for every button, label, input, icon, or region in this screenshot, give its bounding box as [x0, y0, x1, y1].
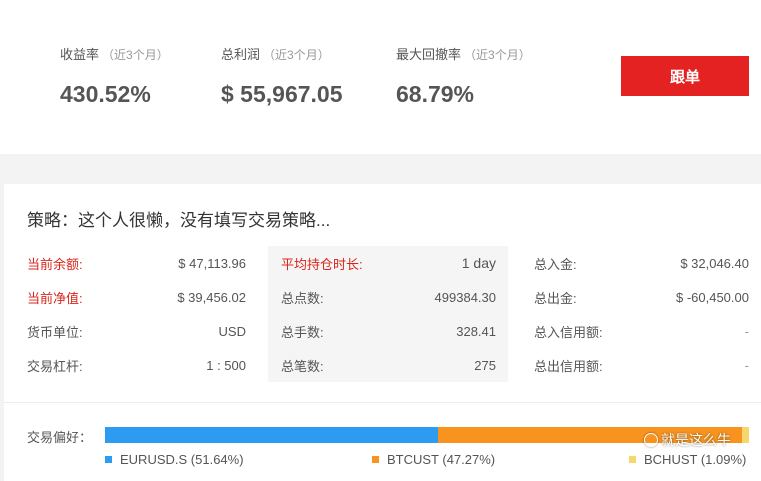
- info-key: 货币单位:: [27, 324, 83, 340]
- info-key: 平均持仓时长:: [281, 256, 363, 272]
- info-value: 499384.30: [434, 289, 496, 305]
- stat-label: 总利润: [221, 47, 261, 62]
- info-row: 货币单位: USD: [4, 314, 256, 348]
- info-key: 当前净值:: [27, 290, 83, 306]
- info-key: 总出金:: [534, 290, 577, 306]
- stat-label: 收益率: [60, 47, 100, 62]
- watermark-logo-icon: [644, 433, 658, 447]
- info-row: 当前余额: $ 47,113.96: [4, 246, 256, 280]
- legend-item-eurusd: EURUSD.S (51.64%): [105, 452, 244, 467]
- legend-swatch: [629, 456, 636, 463]
- info-value: -: [744, 357, 749, 373]
- stat-value: 430.52%: [60, 81, 151, 107]
- stat-period: （近3个月）: [263, 48, 330, 62]
- info-row: 总入金: $ 32,046.40: [520, 246, 761, 280]
- info-row: 总出金: $ -60,450.00: [520, 280, 761, 314]
- trading-info: 平均持仓时长: 1 day 总点数: 499384.30 总手数: 328.41 总笔…: [268, 246, 508, 382]
- info-row: 总点数: 499384.30: [268, 280, 508, 314]
- legend-swatch: [105, 456, 112, 463]
- info-key: 总入金:: [534, 256, 577, 272]
- info-value: $ 32,046.40: [680, 255, 749, 271]
- legend-swatch: [372, 456, 379, 463]
- stat-max-drawdown: 最大回撤率 （近3个月） 68.79%: [396, 44, 531, 108]
- stat-return-rate: 收益率 （近3个月） 430.52%: [60, 44, 169, 108]
- funds-info: 总入金: $ 32,046.40 总出金: $ -60,450.00 总入信用额: -…: [520, 246, 761, 382]
- info-key: 总入信用额:: [534, 324, 603, 340]
- info-value: $ 47,113.96: [178, 255, 246, 271]
- section-divider: [4, 402, 761, 403]
- preference-label: 交易偏好：: [27, 430, 93, 445]
- stat-total-profit: 总利润 （近3个月） $ 55,967.05: [221, 44, 343, 108]
- info-value: $ 39,456.02: [177, 289, 246, 305]
- info-value: 1 : 500: [206, 357, 246, 373]
- info-value: USD: [218, 323, 246, 339]
- legend-label: EURUSD.S (51.64%): [120, 452, 244, 467]
- strategy-text: 策略：这个人很懒，没有填写交易策略...: [27, 211, 331, 230]
- info-row: 总手数: 328.41: [268, 314, 508, 348]
- info-key: 总点数:: [281, 290, 324, 306]
- info-row: 总入信用额: -: [520, 314, 761, 348]
- info-value: 328.41: [456, 323, 496, 339]
- preference-segment-eurusd[interactable]: [105, 427, 438, 443]
- info-value: $ -60,450.00: [675, 289, 749, 305]
- info-row: 交易杠杆: 1 : 500: [4, 348, 256, 382]
- info-row: 总出信用额: -: [520, 348, 761, 382]
- legend-label: BCHUST (1.09%): [644, 452, 747, 467]
- stat-period: （近3个月）: [464, 48, 531, 62]
- stat-value: 68.79%: [396, 81, 475, 107]
- legend-item-btcust: BTCUST (47.27%): [372, 452, 495, 467]
- stat-label: 最大回撤率: [396, 47, 462, 62]
- info-key: 总出信用额:: [534, 358, 603, 374]
- info-key: 交易杠杆:: [27, 358, 83, 374]
- info-key: 当前余额:: [27, 256, 83, 272]
- info-key: 总笔数:: [281, 358, 324, 374]
- stat-value: $ 55,967.05: [221, 81, 343, 107]
- preference-segment-bchust[interactable]: [741, 427, 749, 443]
- info-value: 275: [474, 357, 496, 373]
- info-value: 1 day: [461, 255, 496, 271]
- watermark-text: 就是这么牛: [661, 432, 731, 448]
- account-info: 当前余额: $ 47,113.96 当前净值: $ 39,456.02 货币单位: U…: [4, 246, 256, 382]
- summary-panel: 收益率 （近3个月） 430.52% 总利润 （近3个月） $ 55,967.05 …: [0, 0, 761, 154]
- follow-button[interactable]: 跟单: [621, 56, 749, 96]
- info-row: 当前净值: $ 39,456.02: [4, 280, 256, 314]
- info-key: 总手数:: [281, 324, 324, 340]
- watermark: 就是这么牛: [644, 430, 731, 450]
- info-row: 平均持仓时长: 1 day: [268, 246, 508, 280]
- info-value: -: [744, 323, 749, 339]
- legend-item-bchust: BCHUST (1.09%): [629, 452, 746, 467]
- info-row: 总笔数: 275: [268, 348, 508, 382]
- stat-period: （近3个月）: [102, 48, 169, 62]
- legend-label: BTCUST (47.27%): [387, 452, 496, 467]
